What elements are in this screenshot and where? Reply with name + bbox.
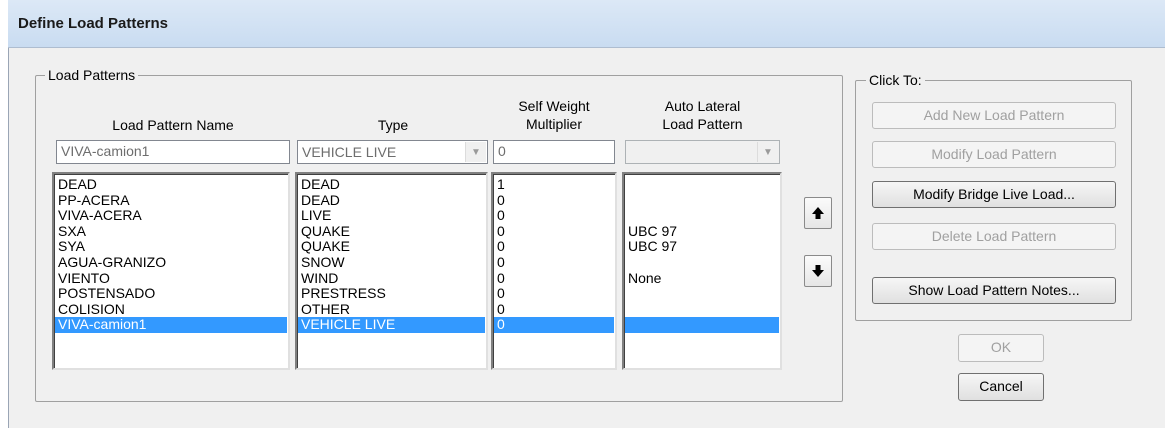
type-select-value: VEHICLE LIVE (302, 144, 397, 160)
list-item-multiplier[interactable]: 1 (494, 176, 614, 193)
list-item-name[interactable]: DEAD (55, 176, 287, 193)
list-item-multiplier[interactable]: 0 (494, 254, 614, 271)
type-select[interactable]: VEHICLE LIVE ▼ (297, 140, 488, 164)
list-item-multiplier[interactable]: 0 (494, 239, 614, 255)
list-item-type[interactable]: QUAKE (298, 223, 485, 240)
delete-load-pattern-button[interactable]: Delete Load Pattern (872, 223, 1116, 250)
header-load-pattern-name: Load Pattern Name (112, 117, 234, 133)
list-item-auto[interactable]: UBC 97 (625, 239, 779, 255)
click-to-group-label: Click To: (866, 72, 925, 88)
list-item-multiplier[interactable]: 0 (494, 208, 614, 224)
move-down-button[interactable] (804, 255, 832, 287)
list-item-name[interactable]: COLISION (55, 301, 287, 318)
list-item-name[interactable]: VIENTO (55, 270, 287, 287)
list-item-auto[interactable] (625, 286, 779, 302)
list-item-auto[interactable] (625, 302, 779, 318)
add-new-load-pattern-button[interactable]: Add New Load Pattern (872, 102, 1116, 129)
load-patterns-group-label: Load Patterns (45, 67, 139, 83)
list-item-auto[interactable]: UBC 97 (625, 223, 779, 240)
arrow-up-icon (812, 207, 824, 219)
list-item-multiplier[interactable]: 0 (494, 301, 614, 318)
auto-lateral-select[interactable]: ▼ (625, 140, 780, 164)
list-item-auto[interactable] (625, 255, 779, 271)
cancel-button[interactable]: Cancel (958, 373, 1044, 401)
header-type: Type (377, 117, 409, 133)
list-item-type[interactable]: LIVE (298, 208, 485, 224)
arrow-down-icon (812, 265, 824, 277)
list-item-name[interactable]: VIVA-camion1 (55, 317, 287, 333)
ok-button[interactable]: OK (958, 334, 1044, 362)
list-item-auto[interactable] (625, 177, 779, 193)
chevron-down-icon[interactable]: ▼ (757, 142, 778, 162)
list-item-auto[interactable] (625, 208, 779, 224)
background-edge (0, 188, 8, 248)
modify-load-pattern-button[interactable]: Modify Load Pattern (872, 141, 1116, 168)
chevron-down-icon[interactable]: ▼ (465, 142, 486, 162)
list-item-auto[interactable] (625, 317, 779, 333)
load-pattern-name-input[interactable]: VIVA-camion1 (56, 140, 290, 164)
list-item-multiplier[interactable]: 0 (494, 223, 614, 240)
list-item-type[interactable]: PRESTRESS (298, 286, 485, 302)
self-weight-multiplier-input[interactable]: 0 (493, 140, 615, 164)
auto-lateral-list[interactable]: UBC 97 UBC 97 None (622, 172, 782, 370)
list-item-name[interactable]: PP-ACERA (55, 192, 287, 209)
list-item-type[interactable]: OTHER (298, 301, 485, 318)
list-item-name[interactable]: AGUA-GRANIZO (55, 254, 287, 271)
header-auto-lateral-load-pattern: Auto Lateral Load Pattern (662, 98, 743, 132)
type-list[interactable]: DEAD DEAD LIVE QUAKE QUAKE SNOW WIND PRESTRESS O… (295, 172, 488, 370)
list-item-multiplier[interactable]: 0 (494, 286, 614, 302)
list-item-name[interactable]: VIVA-ACERA (55, 208, 287, 224)
list-item-name[interactable]: SXA (55, 223, 287, 240)
list-item-name[interactable]: SYA (55, 239, 287, 255)
modify-bridge-live-load-button[interactable]: Modify Bridge Live Load... (872, 181, 1116, 208)
list-item-multiplier[interactable]: 0 (494, 317, 614, 333)
list-item-auto[interactable]: None (625, 270, 779, 287)
self-weight-multiplier-list[interactable]: 1000000000 (491, 172, 617, 370)
list-item-type[interactable]: WIND (298, 270, 485, 287)
list-item-multiplier[interactable]: 0 (494, 270, 614, 287)
load-pattern-name-list[interactable]: DEAD PP-ACERA VIVA-ACERA SXA SYA AGUA-GRANIZO… (52, 172, 290, 370)
window-title: Define Load Patterns (18, 15, 169, 32)
list-item-type[interactable]: DEAD (298, 176, 485, 193)
list-item-multiplier[interactable]: 0 (494, 192, 614, 209)
show-load-pattern-notes-button[interactable]: Show Load Pattern Notes... (872, 277, 1116, 304)
list-item-name[interactable]: POSTENSADO (55, 286, 287, 302)
move-up-button[interactable] (804, 197, 832, 229)
list-item-type[interactable]: SNOW (298, 254, 485, 271)
list-item-type[interactable]: DEAD (298, 192, 485, 209)
header-self-weight-multiplier: Self Weight Multiplier (518, 98, 590, 132)
list-item-auto[interactable] (625, 193, 779, 209)
list-item-type[interactable]: QUAKE (298, 239, 485, 255)
title-bar (8, 0, 1165, 48)
list-item-type[interactable]: VEHICLE LIVE (298, 317, 485, 333)
